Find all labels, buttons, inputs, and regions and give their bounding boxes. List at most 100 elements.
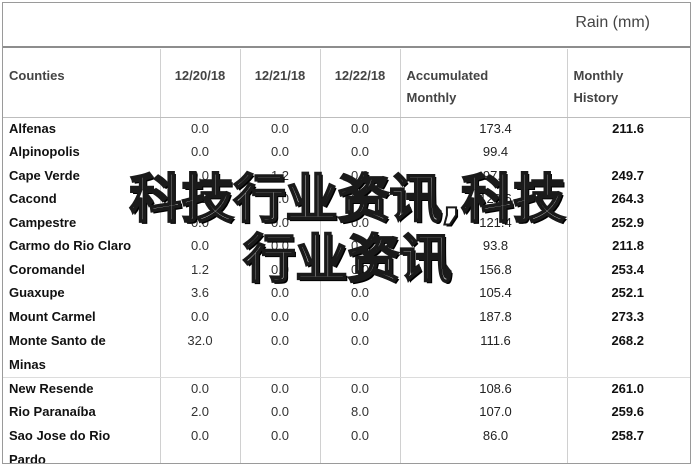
county-name-line2: Minas xyxy=(9,356,46,372)
col-header-accumulated-line2: Monthly xyxy=(406,90,457,105)
rain-cell: 0.0 xyxy=(239,424,320,463)
col-header-history-line2: History xyxy=(573,90,619,105)
accumulated-cell: 107.0 xyxy=(399,400,567,424)
history-cell: 252.1 xyxy=(566,281,690,305)
table-row: Cacond 1.2 0.0 0.0 128.6 264.3 xyxy=(3,187,690,211)
col-header-accumulated[interactable]: Accumulated Monthly xyxy=(399,49,567,118)
accumulated-cell: 105.4 xyxy=(399,281,567,305)
rain-cell: 0.0 xyxy=(319,258,400,282)
rain-cell: 0.0 xyxy=(239,305,320,329)
rain-cell: 32.0 xyxy=(159,328,240,378)
rain-cell: 0.0 xyxy=(319,211,400,235)
rain-cell: 1.2 xyxy=(239,164,320,188)
table-row: Carmo do Rio Claro 0.0 0.0 0.0 93.8 211.… xyxy=(3,234,690,258)
table-title-bar: Rain (mm) xyxy=(3,3,690,48)
rain-cell: 0.0 xyxy=(159,164,240,188)
rain-cell: 0.0 xyxy=(239,281,320,305)
county-cell: Carmo do Rio Claro xyxy=(9,238,132,254)
county-cell: Alfenas xyxy=(9,121,56,136)
rain-cell: 0.0 xyxy=(319,424,400,463)
col-header-date-2[interactable]: 12/21/18 xyxy=(239,49,320,118)
rain-cell: 8.0 xyxy=(319,400,400,424)
county-cell: Campestre xyxy=(9,214,77,230)
table-title: Rain (mm) xyxy=(575,14,650,31)
rain-cell: 0.0 xyxy=(159,117,240,141)
rain-cell: 2.0 xyxy=(159,400,240,424)
table-row: Coromandel 1.2 0.0 0.0 156.8 253.4 xyxy=(3,258,690,282)
rain-cell: 0.0 xyxy=(319,234,400,258)
rain-cell: 0.0 xyxy=(159,211,240,235)
history-cell: 252.9 xyxy=(566,211,690,235)
rain-cell: 1.2 xyxy=(159,258,240,282)
rain-cell: 0.0 xyxy=(239,187,320,211)
history-cell: 259.6 xyxy=(566,400,690,424)
history-cell: 211.8 xyxy=(566,234,690,258)
rain-cell: 0.0 xyxy=(239,117,320,141)
rain-cell: 0.0 xyxy=(319,187,400,211)
table-row: Alfenas 0.0 0.0 0.0 173.4 211.6 xyxy=(3,117,690,141)
accumulated-cell: 173.4 xyxy=(399,117,567,141)
rain-table: Counties 12/20/18 12/21/18 12/22/18 Accu… xyxy=(3,49,690,464)
rain-cell: 1.2 xyxy=(159,187,240,211)
col-header-history[interactable]: Monthly History xyxy=(566,49,690,118)
col-header-counties[interactable]: Counties xyxy=(3,49,160,118)
rain-table-widget: Rain (mm) Counties 12/20/18 12/21/18 12/… xyxy=(2,2,691,464)
rain-cell: 0.0 xyxy=(239,400,320,424)
accumulated-cell: 111.6 xyxy=(399,328,567,378)
accumulated-cell: 93.8 xyxy=(399,234,567,258)
col-header-date-3[interactable]: 12/22/18 xyxy=(319,49,400,118)
rain-cell: 0.0 xyxy=(319,281,400,305)
rain-cell: 0.0 xyxy=(239,234,320,258)
county-cell: Coromandel xyxy=(9,261,85,277)
county-name-line1: Monte Santo de xyxy=(9,332,106,348)
rain-cell: 0.0 xyxy=(319,328,400,378)
county-cell: Mount Carmel xyxy=(9,308,96,324)
col-header-accumulated-line1: Accumulated xyxy=(406,68,489,83)
accumulated-cell: 97.6 xyxy=(399,164,567,188)
rain-cell: 0.0 xyxy=(319,305,400,329)
county-cell: Cape Verde xyxy=(9,167,80,183)
table-row: Mount Carmel 0.0 0.0 0.0 187.8 273.3 xyxy=(3,305,690,329)
rain-cell: 0.0 xyxy=(319,140,400,164)
history-cell: 268.2 xyxy=(566,328,690,378)
rain-cell: 0.0 xyxy=(239,211,320,235)
county-cell: Monte Santo de Minas xyxy=(3,328,160,378)
history-cell: 273.3 xyxy=(566,305,690,329)
table-row: Monte Santo de Minas 32.0 0.0 0.0 111.6 … xyxy=(3,328,690,378)
rain-cell: 3.6 xyxy=(159,281,240,305)
county-cell: New Resende xyxy=(9,381,94,396)
table-row: Sao Jose do Rio Pardo 0.0 0.0 0.0 86.0 2… xyxy=(3,424,690,464)
table-row: Rio Paranaíba 2.0 0.0 8.0 107.0 259.6 xyxy=(3,400,690,424)
table-row: Cape Verde 0.0 1.2 0.0 97.6 249.7 xyxy=(3,164,690,188)
county-cell: Cacond xyxy=(9,191,57,207)
accumulated-cell: 108.6 xyxy=(399,377,567,401)
rain-cell: 0.0 xyxy=(159,424,240,463)
rain-cell: 0.0 xyxy=(239,258,320,282)
rain-cell: 0.0 xyxy=(319,377,400,401)
rain-cell: 0.0 xyxy=(319,164,400,188)
accumulated-cell: 187.8 xyxy=(399,305,567,329)
rain-cell: 0.0 xyxy=(159,234,240,258)
history-cell: 261.0 xyxy=(566,377,690,401)
col-header-date-1[interactable]: 12/20/18 xyxy=(159,49,240,118)
county-name-line1: Sao Jose do Rio xyxy=(9,428,111,443)
table-row: Campestre 0.0 0.0 0.0 121.4 252.9 xyxy=(3,211,690,235)
rain-cell: 0.0 xyxy=(319,117,400,141)
col-header-history-line1: Monthly xyxy=(573,68,624,83)
county-name-line2: Pardo xyxy=(9,452,46,464)
table-header-row: Counties 12/20/18 12/21/18 12/22/18 Accu… xyxy=(3,49,690,118)
accumulated-cell: 99.4 xyxy=(399,140,567,164)
history-cell xyxy=(566,140,690,164)
history-cell: 211.6 xyxy=(566,117,690,141)
history-cell: 253.4 xyxy=(566,258,690,282)
county-cell: Rio Paranaíba xyxy=(9,404,96,420)
rain-cell: 0.0 xyxy=(159,305,240,329)
accumulated-cell: 121.4 xyxy=(399,211,567,235)
county-cell: Alpinopolis xyxy=(9,144,80,160)
rain-cell: 0.0 xyxy=(239,328,320,378)
table-row: Alpinopolis 0.0 0.0 0.0 99.4 xyxy=(3,140,690,164)
history-cell: 264.3 xyxy=(566,187,690,211)
rain-cell: 0.0 xyxy=(239,377,320,401)
history-cell: 258.7 xyxy=(566,424,690,463)
accumulated-cell: 86.0 xyxy=(399,424,567,463)
